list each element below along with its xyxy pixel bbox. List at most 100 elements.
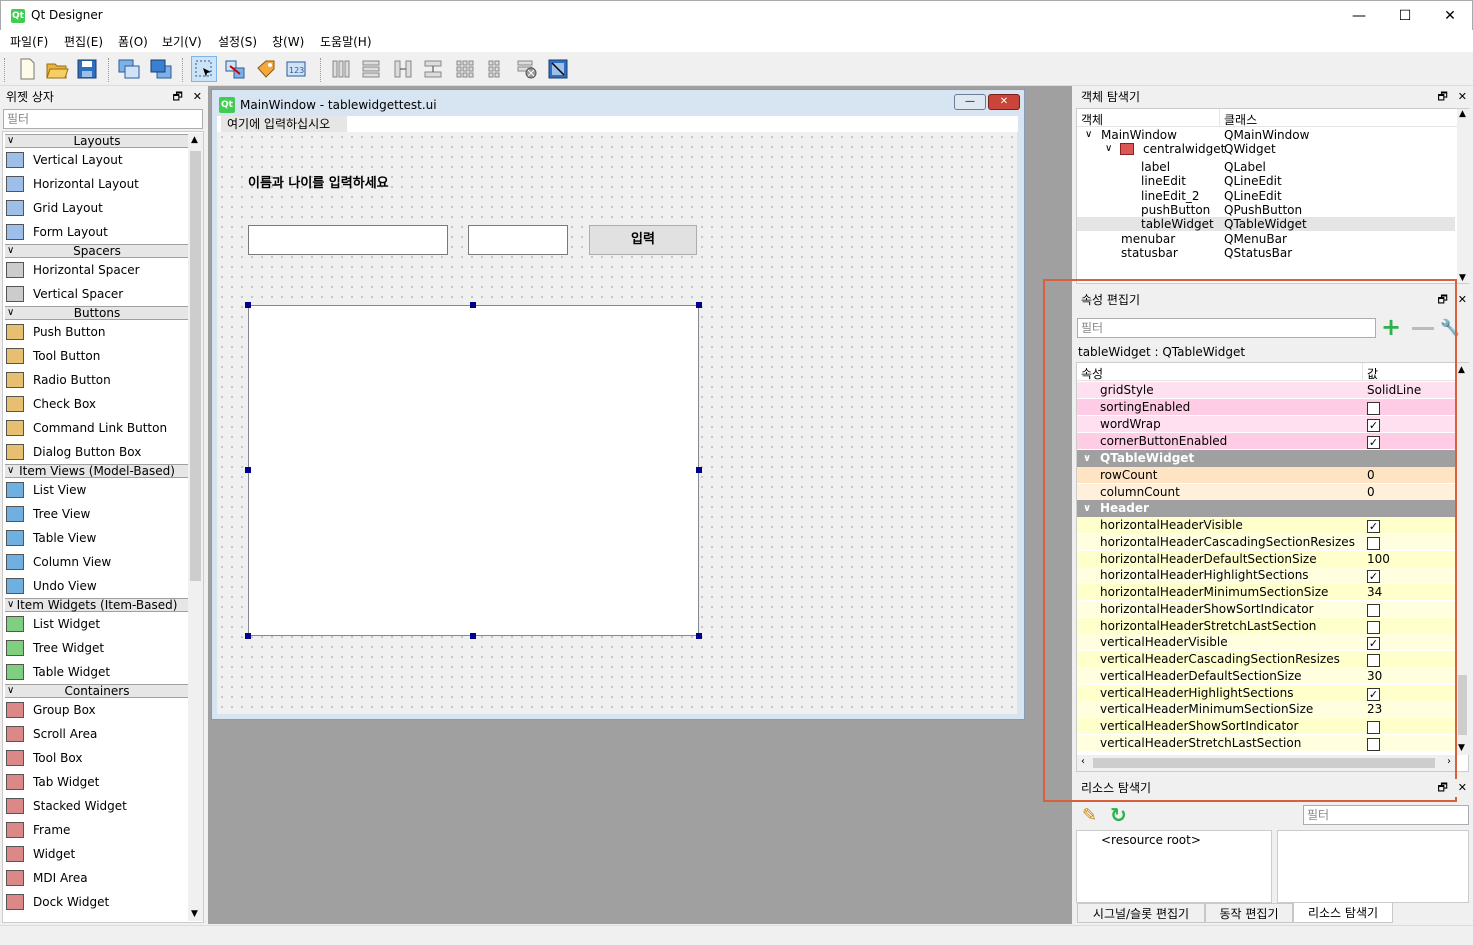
layout-form-icon[interactable] <box>482 56 508 82</box>
layout-v-splitter-icon[interactable] <box>420 56 446 82</box>
menu-help[interactable]: 도움말(H) <box>320 33 372 50</box>
close-button[interactable]: ✕ <box>1427 1 1473 31</box>
edit-signals-icon[interactable] <box>222 56 248 82</box>
widget-item[interactable]: Push Button <box>5 321 106 343</box>
widget-list-scrollbar[interactable]: ▲ ▼ <box>188 133 203 921</box>
layout-horizontal-icon[interactable] <box>328 56 354 82</box>
category-header[interactable]: Spacers <box>5 244 189 258</box>
float-icon[interactable]: 🗗 <box>172 90 182 103</box>
selection-handle[interactable] <box>696 633 702 639</box>
expand-arrow-icon[interactable]: ∨ <box>1105 142 1112 156</box>
widget-item[interactable]: Radio Button <box>5 369 111 391</box>
tab-resource-browser[interactable]: 리소스 탐색기 <box>1293 903 1393 923</box>
widget-item[interactable]: Group Box <box>5 699 96 721</box>
dock-close-icon[interactable]: ✕ <box>1458 781 1467 794</box>
widget-item[interactable]: Dialog Button Box <box>5 441 141 463</box>
dock-close-icon[interactable]: ✕ <box>193 90 202 103</box>
object-tree-row[interactable]: menubar QMenuBar <box>1077 232 1455 246</box>
object-tree-row[interactable]: tableWidget QTableWidget <box>1077 217 1455 232</box>
form-close-button[interactable]: ✕ <box>988 94 1020 110</box>
widget-item[interactable]: Vertical Layout <box>5 149 123 171</box>
resource-filter-input[interactable]: 필터 <box>1303 805 1469 825</box>
form-minimize-button[interactable]: — <box>954 94 986 110</box>
float-icon[interactable]: 🗗 <box>1437 90 1447 103</box>
widget-item[interactable]: Undo View <box>5 575 97 597</box>
name-line-edit[interactable] <box>248 225 448 255</box>
property-v-scrollbar[interactable]: ▲ ▼ <box>1456 363 1469 755</box>
selection-handle[interactable] <box>245 633 251 639</box>
menu-form[interactable]: 폼(O) <box>118 33 148 50</box>
widget-filter-input[interactable]: 필터 <box>3 109 203 129</box>
form-label[interactable]: 이름과 나이를 입력하세요 <box>248 172 389 191</box>
tab-signal-slot-editor[interactable]: 시그널/슬롯 편집기 <box>1077 903 1205 923</box>
maximize-button[interactable]: ☐ <box>1382 1 1428 31</box>
category-header[interactable]: Buttons <box>5 306 189 320</box>
widget-item[interactable]: Frame <box>5 819 70 841</box>
dock-close-icon[interactable]: ✕ <box>1458 90 1467 103</box>
widget-item[interactable]: Column View <box>5 551 111 573</box>
reload-icon[interactable]: ↻ <box>1110 803 1127 827</box>
selection-handle[interactable] <box>245 302 251 308</box>
widget-item[interactable]: Form Layout <box>5 221 108 243</box>
send-to-back-icon[interactable] <box>116 56 142 82</box>
object-tree-row[interactable]: pushButton QPushButton <box>1077 203 1455 217</box>
widget-item[interactable]: Vertical Spacer <box>5 283 123 305</box>
category-header[interactable]: Containers <box>5 684 189 698</box>
float-icon[interactable]: 🗗 <box>1437 781 1447 794</box>
widget-item[interactable]: Check Box <box>5 393 96 415</box>
object-tree-scrollbar[interactable]: ▲ ▼ <box>1457 109 1469 283</box>
table-widget[interactable] <box>248 305 699 636</box>
selection-handle[interactable] <box>470 633 476 639</box>
break-layout-icon[interactable] <box>514 56 540 82</box>
expand-arrow-icon[interactable]: ∨ <box>1085 128 1092 142</box>
selection-handle[interactable] <box>245 467 251 473</box>
form-menu-placeholder[interactable]: 여기에 입력하십시오 <box>221 116 347 132</box>
widget-item[interactable]: Tree Widget <box>5 637 104 659</box>
selection-handle[interactable] <box>696 467 702 473</box>
widget-item[interactable]: Grid Layout <box>5 197 103 219</box>
edit-widgets-icon[interactable] <box>191 56 217 82</box>
object-tree-row[interactable]: statusbar QStatusBar <box>1077 246 1455 260</box>
submit-push-button[interactable]: 입력 <box>589 225 697 255</box>
menu-file[interactable]: 파일(F) <box>10 33 48 50</box>
new-file-icon[interactable] <box>14 56 40 82</box>
scroll-up-icon[interactable]: ▲ <box>191 135 198 145</box>
adjust-size-icon[interactable] <box>545 56 571 82</box>
selection-handle[interactable] <box>470 302 476 308</box>
object-tree-row[interactable]: lineEdit QLineEdit <box>1077 174 1455 188</box>
widget-item[interactable]: MDI Area <box>5 867 88 889</box>
object-tree-row[interactable]: ∨ centralwidget QWidget <box>1077 142 1455 156</box>
menu-settings[interactable]: 설정(S) <box>218 33 257 50</box>
widget-item[interactable]: Dock Widget <box>5 891 109 913</box>
widget-item[interactable]: Table View <box>5 527 96 549</box>
widget-item[interactable]: Tab Widget <box>5 771 99 793</box>
edit-resources-pencil-icon[interactable]: ✎ <box>1082 805 1097 826</box>
widget-item[interactable]: Stacked Widget <box>5 795 127 817</box>
menu-edit[interactable]: 편집(E) <box>64 33 103 50</box>
widget-item[interactable]: Horizontal Layout <box>5 173 139 195</box>
widget-item[interactable]: Command Link Button <box>5 417 167 439</box>
layout-vertical-icon[interactable] <box>358 56 384 82</box>
open-folder-icon[interactable] <box>44 56 70 82</box>
widget-item[interactable]: List View <box>5 479 86 501</box>
minimize-button[interactable]: — <box>1336 1 1382 31</box>
scroll-thumb[interactable] <box>190 151 201 581</box>
object-tree-row[interactable]: lineEdit_2 QLineEdit <box>1077 189 1455 203</box>
save-icon[interactable] <box>74 56 100 82</box>
widget-item[interactable]: Table Widget <box>5 661 110 683</box>
category-header[interactable]: Item Widgets (Item-Based) <box>5 598 189 612</box>
edit-buddies-icon[interactable] <box>253 56 279 82</box>
menu-view[interactable]: 보기(V) <box>162 33 202 50</box>
widget-item[interactable]: Tree View <box>5 503 90 525</box>
widget-item[interactable]: Scroll Area <box>5 723 97 745</box>
col-object[interactable]: 객체 <box>1081 111 1103 128</box>
widget-item[interactable]: Widget <box>5 843 75 865</box>
category-header[interactable]: Item Views (Model-Based) <box>5 464 189 478</box>
bring-to-front-icon[interactable] <box>148 56 174 82</box>
selection-handle[interactable] <box>696 302 702 308</box>
scroll-down-icon[interactable]: ▼ <box>191 909 198 919</box>
widget-item[interactable]: Horizontal Spacer <box>5 259 140 281</box>
age-line-edit[interactable] <box>468 225 568 255</box>
widget-item[interactable]: List Widget <box>5 613 100 635</box>
object-tree-row[interactable]: label QLabel <box>1077 160 1455 174</box>
